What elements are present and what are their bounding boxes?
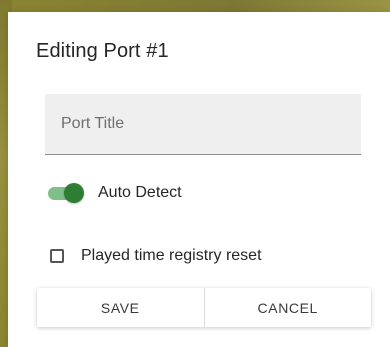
auto-detect-row[interactable]: Auto Detect <box>46 181 182 205</box>
port-title-input[interactable] <box>61 112 341 136</box>
played-time-reset-checkbox[interactable] <box>50 249 64 263</box>
played-time-reset-row[interactable]: Played time registry reset <box>50 245 262 267</box>
toggle-thumb[interactable] <box>64 183 84 203</box>
save-button[interactable]: SAVE <box>37 288 204 327</box>
cancel-button[interactable]: CANCEL <box>203 288 371 327</box>
auto-detect-label: Auto Detect <box>98 184 182 201</box>
backdrop-top-strip <box>0 0 390 12</box>
dialog-title: Editing Port #1 <box>36 40 169 62</box>
auto-detect-toggle[interactable] <box>46 181 86 205</box>
port-title-field[interactable] <box>45 94 361 155</box>
edit-port-dialog: Editing Port #1 Auto Detect Played time … <box>8 12 390 347</box>
played-time-reset-label: Played time registry reset <box>81 247 262 264</box>
dialog-actions: SAVE CANCEL <box>37 288 371 327</box>
